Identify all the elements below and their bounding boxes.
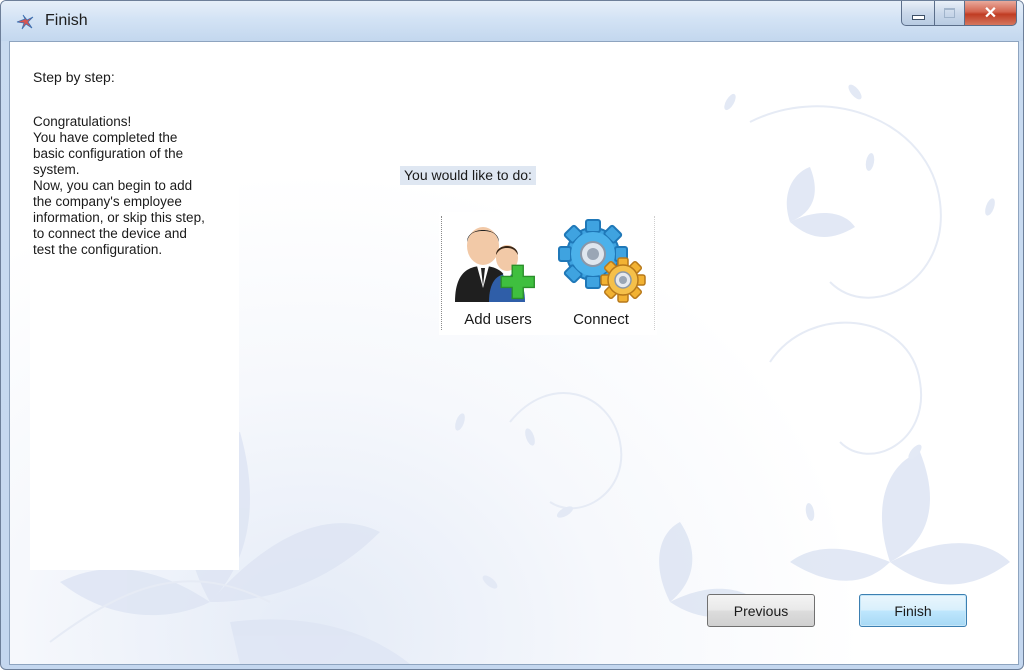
- app-icon: [16, 14, 34, 30]
- maximize-icon: [944, 8, 955, 18]
- toolbar-separator: [654, 216, 655, 330]
- connect-button[interactable]: Connect: [551, 212, 651, 335]
- step-by-step-panel: Step by step: Congratulations! You have …: [30, 62, 239, 570]
- maximize-button[interactable]: [935, 1, 965, 26]
- step-description: Congratulations! You have completed the …: [33, 114, 238, 258]
- add-users-label: Add users: [464, 311, 532, 328]
- window: Finish ✕ Step by step: Congratulations! …: [0, 0, 1024, 670]
- step-heading: Step by step:: [33, 69, 115, 85]
- minimize-button[interactable]: [901, 1, 935, 26]
- client-area: Step by step: Congratulations! You have …: [9, 41, 1019, 665]
- action-toolbar: Add users Connect: [439, 212, 657, 335]
- add-users-button[interactable]: Add users: [447, 212, 549, 335]
- prompt-label: You would like to do:: [400, 166, 536, 185]
- close-icon: ✕: [983, 5, 998, 22]
- step-line: Congratulations!: [33, 114, 132, 129]
- finish-button[interactable]: Finish: [859, 594, 967, 627]
- close-button[interactable]: ✕: [965, 1, 1017, 26]
- step-line: Now, you can begin to add: [33, 178, 193, 193]
- title-bar[interactable]: Finish ✕: [1, 1, 1023, 41]
- step-line: system.: [33, 162, 80, 177]
- step-line: You have completed the: [33, 130, 178, 145]
- gears-icon: [558, 219, 646, 303]
- previous-button[interactable]: Previous: [707, 594, 815, 627]
- add-users-icon: [455, 227, 535, 302]
- caption-buttons: ✕: [901, 1, 1017, 29]
- step-line: information, or skip this step,: [33, 210, 205, 225]
- step-line: to connect the device and: [33, 226, 187, 241]
- step-line: test the configuration.: [33, 242, 163, 257]
- minimize-icon: [911, 14, 925, 20]
- window-title: Finish: [45, 12, 88, 29]
- step-line: basic configuration of the: [33, 146, 184, 161]
- toolbar-separator: [441, 216, 442, 330]
- step-line: the company's employee: [33, 194, 182, 209]
- connect-label: Connect: [573, 311, 629, 328]
